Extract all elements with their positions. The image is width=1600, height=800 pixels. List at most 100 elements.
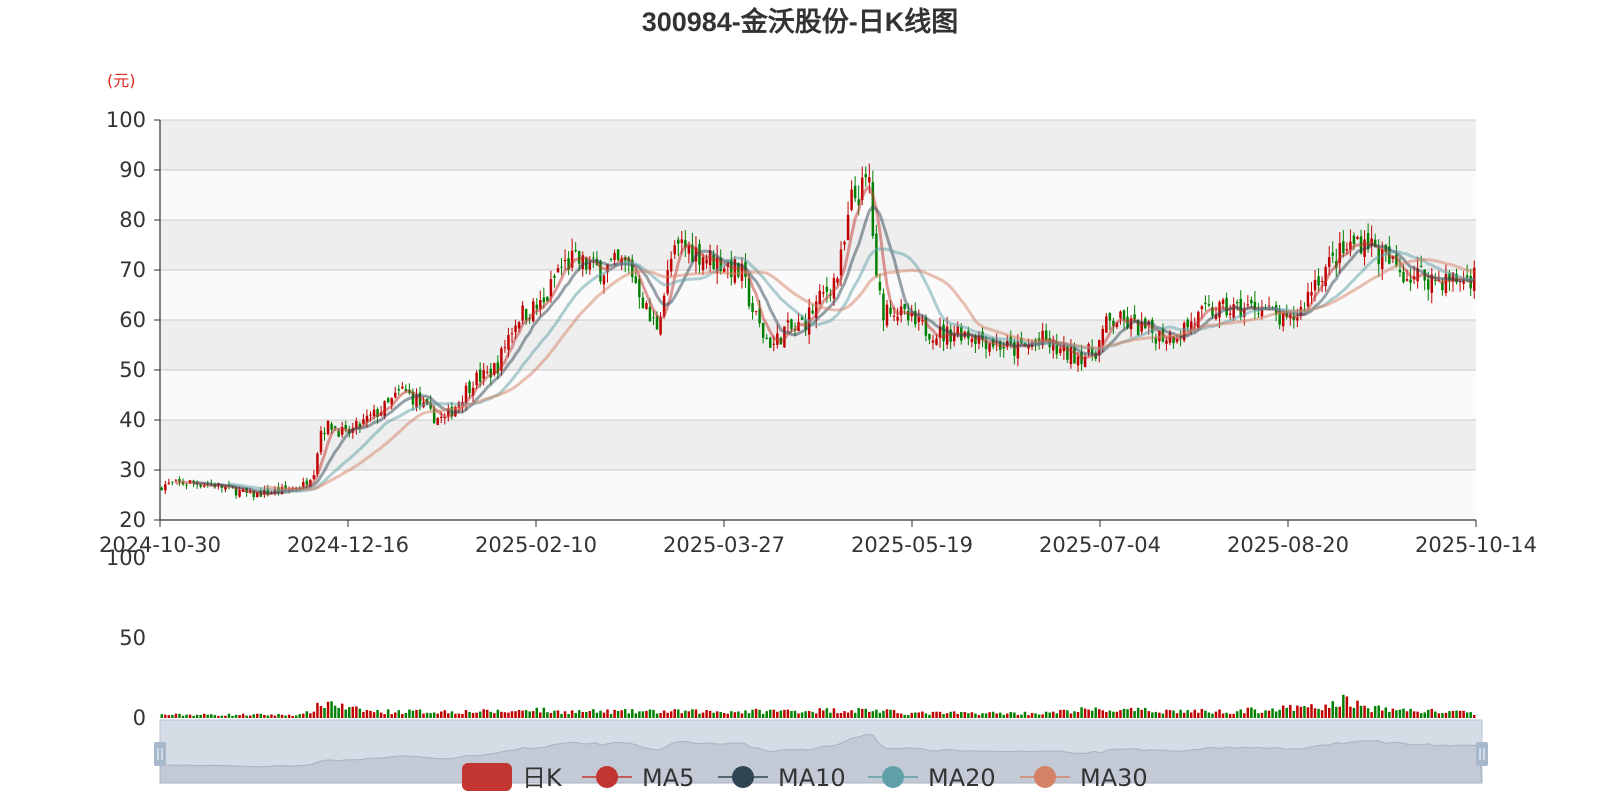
- candle-body: [164, 484, 167, 491]
- candle-body: [560, 266, 563, 268]
- volume-bar: [910, 712, 913, 718]
- volume-bar: [457, 713, 461, 718]
- zoom-handle-left[interactable]: [154, 742, 166, 766]
- volume-bar: [684, 710, 687, 718]
- volume-bar: [390, 714, 393, 718]
- volume-bar: [464, 710, 468, 718]
- volume-bar: [698, 713, 701, 718]
- volume-bar: [1066, 710, 1069, 718]
- volume-bar: [1062, 709, 1066, 718]
- candle-body: [394, 392, 397, 398]
- candle-body: [1204, 302, 1207, 304]
- candle-body: [1165, 340, 1168, 344]
- candle-body: [701, 257, 705, 271]
- volume-bar: [974, 713, 977, 718]
- volume-bar: [776, 711, 779, 718]
- volume-bar: [1112, 711, 1115, 718]
- zoom-handle-right[interactable]: [1476, 742, 1488, 766]
- volume-bar: [701, 712, 705, 718]
- volume-bar: [1243, 713, 1246, 718]
- volume-bar: [206, 714, 209, 718]
- volume-bar: [355, 706, 358, 718]
- volume-bar: [662, 710, 666, 718]
- candle-body: [386, 398, 390, 403]
- volume-bar: [227, 713, 231, 718]
- volume-bar: [850, 710, 853, 718]
- volume-bar: [1345, 696, 1349, 718]
- volume-bar: [383, 714, 386, 718]
- candle-body: [553, 275, 556, 278]
- candle-body: [825, 286, 829, 292]
- candle-body: [970, 338, 974, 343]
- volume-bar: [429, 713, 432, 718]
- volume-bar: [1437, 713, 1441, 718]
- grid-band: [160, 220, 1476, 270]
- volume-bar: [1455, 710, 1458, 718]
- grid-band: [160, 170, 1476, 220]
- volume-bar: [1087, 709, 1090, 718]
- volume-bar: [960, 712, 963, 718]
- volume-bar: [372, 712, 376, 718]
- x-tick-label: 2025-03-27: [663, 533, 785, 557]
- candle-body: [761, 322, 765, 338]
- volume-bar: [493, 713, 496, 718]
- volume-bar: [1172, 710, 1175, 718]
- candle-body: [1250, 299, 1253, 304]
- volume-bar: [853, 712, 857, 718]
- volume-bar: [1306, 707, 1310, 718]
- volume-bar: [418, 709, 422, 718]
- volume-bar: [719, 711, 722, 718]
- candle-body: [1398, 269, 1402, 273]
- volume-bar: [351, 706, 355, 718]
- candle-body: [602, 275, 606, 285]
- volume-bar: [316, 702, 319, 718]
- legend-item-ma20[interactable]: MA20: [868, 764, 996, 792]
- volume-bar: [1228, 713, 1232, 718]
- volume-bar: [425, 712, 429, 718]
- legend-item-ma30[interactable]: MA30: [1020, 764, 1148, 792]
- volume-bar: [1041, 714, 1044, 718]
- legend-label: MA10: [778, 764, 846, 792]
- volume-bar: [804, 711, 807, 718]
- volume-bar: [1108, 710, 1112, 718]
- volume-bar: [800, 712, 804, 718]
- candle-body: [1200, 306, 1204, 310]
- legend-item-ma10[interactable]: MA10: [718, 764, 846, 792]
- candle-body: [892, 315, 896, 317]
- volume-bar: [1327, 707, 1331, 718]
- volume-bar: [1165, 709, 1168, 718]
- volume-bar: [1274, 711, 1278, 718]
- volume-bar: [1200, 708, 1204, 718]
- volume-bar: [829, 712, 832, 718]
- candle-body: [401, 386, 404, 389]
- volume-bar: [952, 711, 956, 718]
- candle-body: [659, 317, 662, 335]
- legend-label: MA20: [928, 764, 996, 792]
- volume-bar: [531, 711, 535, 718]
- candle-body: [468, 381, 471, 394]
- legend-swatch-dot: [596, 766, 618, 788]
- volume-bar: [1335, 706, 1338, 718]
- candle-body: [521, 305, 524, 321]
- volume-bar: [875, 709, 878, 718]
- price-y-tick-label: 40: [119, 408, 146, 432]
- volume-bar: [691, 709, 694, 718]
- volume-bar: [843, 711, 846, 718]
- volume-bar: [348, 707, 351, 718]
- volume-bar: [751, 709, 754, 718]
- volume-bar: [379, 712, 383, 718]
- volume-bar: [185, 714, 188, 718]
- volume-bar: [998, 712, 1002, 718]
- candle-body: [510, 333, 514, 335]
- candle-body: [931, 340, 935, 343]
- volume-bar: [680, 713, 684, 718]
- volume-bar: [238, 715, 241, 718]
- volume-bar: [1250, 707, 1253, 718]
- volume-bar: [928, 714, 931, 718]
- volume-bar: [411, 710, 415, 718]
- volume-bar: [1168, 710, 1172, 718]
- candle-body: [1257, 313, 1260, 315]
- volume-bar: [1225, 712, 1228, 718]
- volume-bar: [659, 713, 662, 718]
- volume-bar: [935, 711, 938, 718]
